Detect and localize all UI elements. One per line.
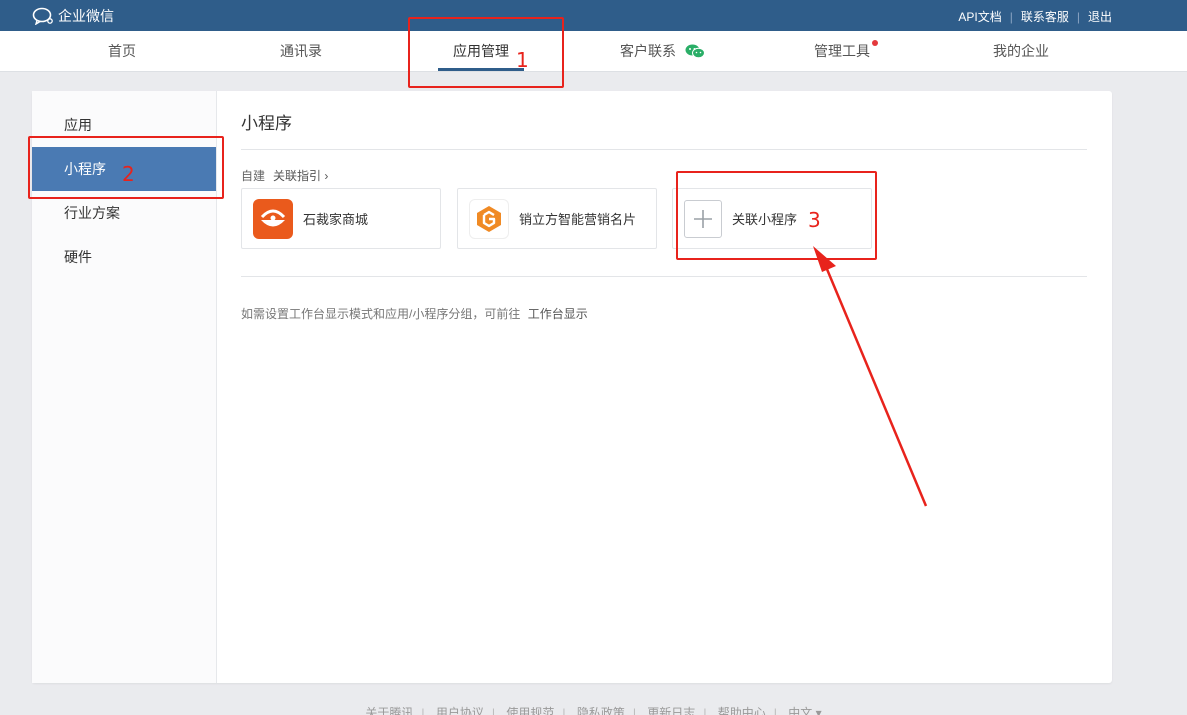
marketing-card-app-icon	[469, 198, 509, 239]
footer-separator: |	[562, 706, 566, 715]
self-built-label: 自建	[241, 169, 266, 183]
annotation-number-3: 3	[808, 208, 821, 232]
footer-separator: |	[703, 706, 707, 715]
footer-link-terms[interactable]: 用户协议	[436, 706, 484, 715]
footer-separator: |	[421, 706, 425, 715]
content-area: 小程序 自建 关联指引 › 石裁家商城 销立方智能营销名片 关联小程序 如需设置…	[217, 91, 1112, 683]
nav-item-my-company[interactable]: 我的企业	[971, 31, 1071, 71]
footer-link-privacy[interactable]: 隐私政策	[577, 706, 625, 715]
wechat-icon	[685, 44, 705, 59]
sidebar-item-hardware[interactable]: 硬件	[32, 235, 216, 279]
contact-support-link[interactable]: 联系客服	[1021, 8, 1069, 25]
footer-link-usage-rules[interactable]: 使用规范	[506, 706, 554, 715]
section-header: 自建 关联指引 ›	[241, 167, 328, 184]
footer-link-about[interactable]: 关于腾讯	[365, 706, 413, 715]
annotation-box-1	[408, 17, 564, 88]
top-links: API文档 | 联系客服 | 退出	[958, 8, 1112, 25]
workbench-display-link[interactable]: 工作台显示	[528, 307, 588, 321]
guide-link-text: 关联指引	[273, 169, 322, 183]
mini-program-card[interactable]: 石裁家商城	[241, 188, 441, 249]
nav-item-contacts[interactable]: 通讯录	[251, 31, 351, 71]
top-link-separator: |	[1009, 9, 1013, 24]
annotation-box-3	[676, 171, 877, 260]
wecom-logo-icon	[32, 7, 53, 25]
footer-link-help[interactable]: 帮助中心	[718, 706, 766, 715]
mini-program-name: 石裁家商城	[303, 212, 369, 227]
brand-name: 企业微信	[58, 8, 114, 24]
top-link-separator: |	[1076, 9, 1080, 24]
shop-app-icon	[253, 198, 293, 239]
footer: 关于腾讯 | 用户协议 | 使用规范 | 隐私政策 | 更新日志 | 帮助中心 | 中文 ▾	[0, 704, 1187, 715]
annotation-number-1: 1	[516, 48, 529, 72]
brand-logo[interactable]: 企业微信	[32, 6, 114, 26]
footer-separator: |	[632, 706, 636, 715]
nav-item-admin-tools[interactable]: 管理工具	[792, 31, 892, 71]
title-divider	[241, 149, 1087, 150]
notification-dot	[872, 40, 878, 46]
footer-link-changelog[interactable]: 更新日志	[647, 706, 695, 715]
workbench-hint: 如需设置工作台显示模式和应用/小程序分组，可前往 工作台显示	[241, 305, 588, 322]
nav-item-home[interactable]: 首页	[72, 31, 172, 71]
section-divider	[241, 276, 1087, 277]
top-bar: 企业微信 API文档 | 联系客服 | 退出	[0, 0, 1187, 31]
hint-text: 如需设置工作台显示模式和应用/小程序分组，可前往	[241, 307, 521, 321]
language-selector[interactable]: 中文 ▾	[788, 706, 821, 715]
api-docs-link[interactable]: API文档	[958, 8, 1001, 25]
annotation-number-2: 2	[122, 162, 135, 186]
main-nav: 首页 通讯录 应用管理 客户联系 管理工具 我的企业	[0, 31, 1187, 72]
guide-link[interactable]: 关联指引 ›	[273, 167, 328, 184]
logout-link[interactable]: 退出	[1088, 8, 1112, 25]
mini-program-name: 销立方智能营销名片	[519, 212, 637, 227]
chevron-right-icon: ›	[324, 169, 329, 183]
nav-item-customer-contact[interactable]: 客户联系	[598, 31, 698, 71]
page-title: 小程序	[241, 114, 292, 133]
mini-program-card[interactable]: 销立方智能营销名片	[457, 188, 657, 249]
footer-separator: |	[773, 706, 777, 715]
footer-separator: |	[491, 706, 495, 715]
